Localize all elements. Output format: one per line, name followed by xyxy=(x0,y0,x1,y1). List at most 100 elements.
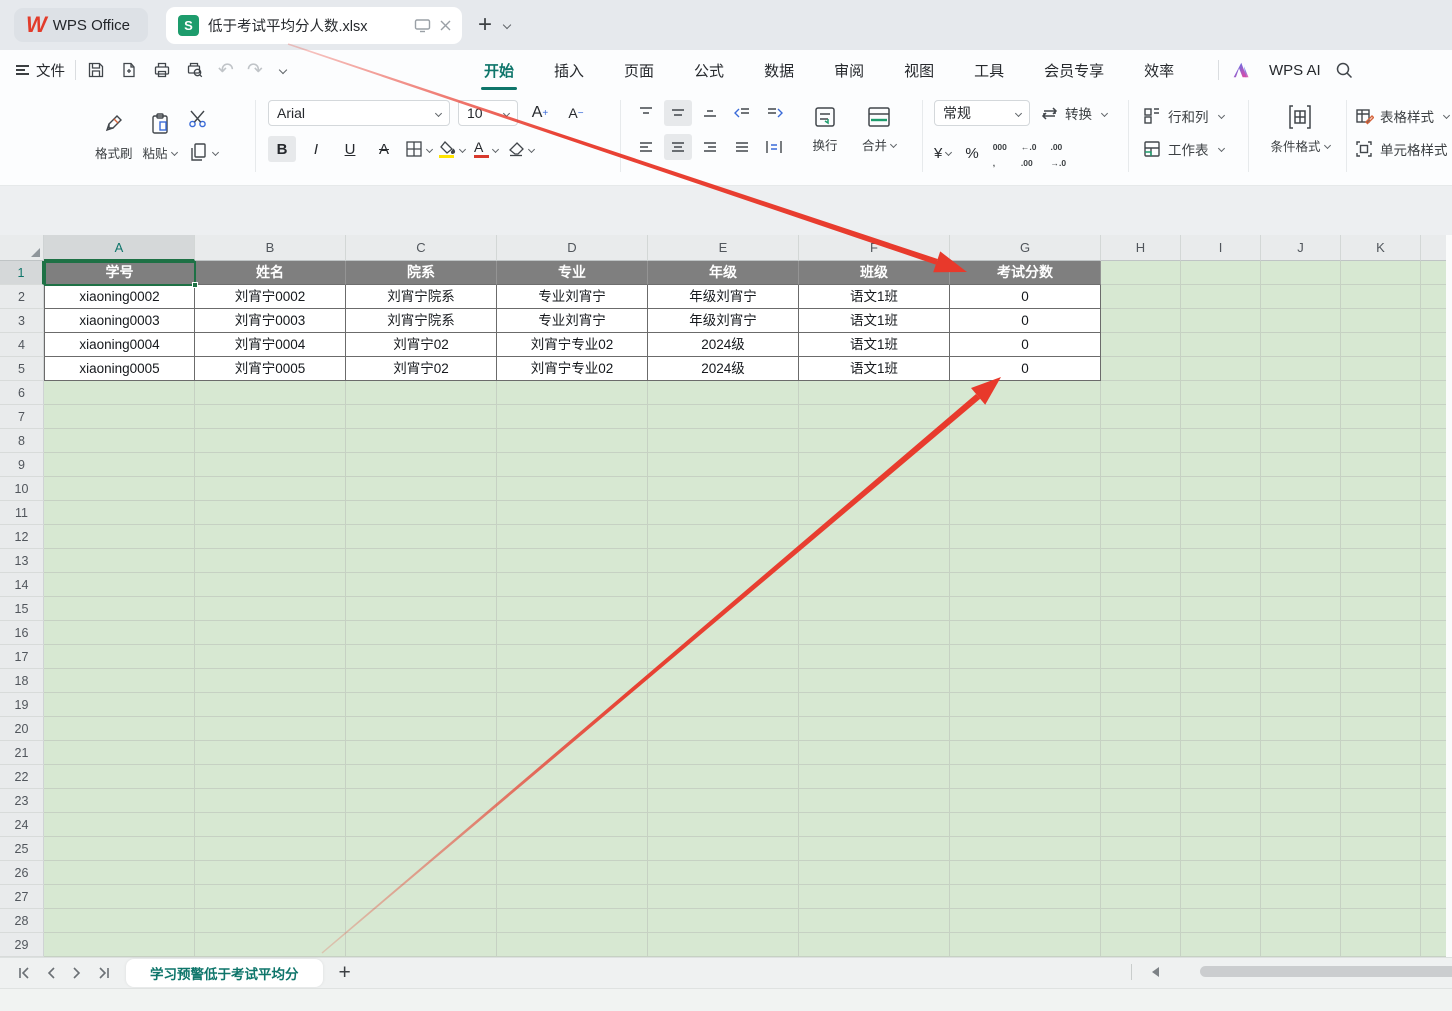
last-sheet-icon[interactable] xyxy=(97,967,110,979)
cell[interactable] xyxy=(950,405,1101,429)
cell[interactable] xyxy=(1261,789,1341,813)
cell[interactable] xyxy=(799,621,950,645)
row-header-19[interactable]: 19 xyxy=(0,693,44,717)
cell[interactable] xyxy=(799,813,950,837)
cell[interactable]: xiaoning0005 xyxy=(44,357,195,381)
cell[interactable] xyxy=(799,669,950,693)
cell[interactable] xyxy=(1181,261,1261,285)
cell[interactable] xyxy=(1261,309,1341,333)
cell[interactable] xyxy=(195,381,346,405)
cell[interactable] xyxy=(799,453,950,477)
decrease-decimal-button[interactable]: .00 →.0 xyxy=(1050,137,1066,169)
row-header-20[interactable]: 20 xyxy=(0,717,44,741)
cell[interactable] xyxy=(648,501,799,525)
document-tab[interactable]: S 低于考试平均分人数.xlsx xyxy=(166,6,463,44)
column-header-E[interactable]: E xyxy=(648,235,799,261)
cell[interactable] xyxy=(1261,285,1341,309)
cell[interactable] xyxy=(497,621,648,645)
cell[interactable] xyxy=(346,525,497,549)
cell[interactable] xyxy=(950,717,1101,741)
cell[interactable] xyxy=(497,453,648,477)
cell[interactable]: 年级刘宵宁 xyxy=(648,285,799,309)
cell[interactable] xyxy=(1341,309,1421,333)
cell[interactable] xyxy=(1261,861,1341,885)
cell[interactable] xyxy=(1261,741,1341,765)
cell[interactable] xyxy=(195,717,346,741)
quick-access-chevron-icon[interactable] xyxy=(278,65,288,75)
conditional-format-button[interactable]: 条件格式 xyxy=(1258,103,1342,155)
cell[interactable]: 2024级 xyxy=(648,357,799,381)
horizontal-scrollbar-thumb[interactable] xyxy=(1200,966,1452,977)
file-menu[interactable]: 文件 xyxy=(36,60,65,81)
cell[interactable] xyxy=(44,765,195,789)
cell[interactable] xyxy=(1261,501,1341,525)
cell[interactable]: 0 xyxy=(950,333,1101,357)
decrease-font-button[interactable]: A − xyxy=(562,100,590,126)
menu-tab-效率[interactable]: 效率 xyxy=(1144,60,1174,81)
cell[interactable] xyxy=(497,813,648,837)
cell[interactable] xyxy=(1341,861,1421,885)
menu-tab-页面[interactable]: 页面 xyxy=(624,60,654,81)
cell[interactable] xyxy=(1181,453,1261,477)
cell[interactable] xyxy=(1261,597,1341,621)
cell[interactable] xyxy=(195,453,346,477)
cell[interactable]: 刘宵宁0003 xyxy=(195,309,346,333)
cell[interactable] xyxy=(1101,861,1181,885)
cell[interactable] xyxy=(1341,285,1421,309)
cell[interactable] xyxy=(648,453,799,477)
cell[interactable] xyxy=(950,885,1101,909)
cell[interactable] xyxy=(1101,333,1181,357)
cell[interactable] xyxy=(1261,333,1341,357)
cell[interactable]: 刘宵宁02 xyxy=(346,357,497,381)
cell[interactable] xyxy=(1261,621,1341,645)
cell[interactable] xyxy=(648,765,799,789)
cell[interactable] xyxy=(648,741,799,765)
increase-indent-button[interactable] xyxy=(760,100,788,126)
cell[interactable] xyxy=(44,381,195,405)
cell[interactable] xyxy=(1181,669,1261,693)
comma-format-button[interactable]: 000, xyxy=(993,137,1007,169)
cell[interactable]: 专业刘宵宁 xyxy=(497,309,648,333)
cell[interactable]: 年级刘宵宁 xyxy=(648,309,799,333)
row-header-23[interactable]: 23 xyxy=(0,789,44,813)
cell[interactable] xyxy=(44,621,195,645)
worksheet-button[interactable]: 工作表 xyxy=(1142,132,1225,165)
cell[interactable] xyxy=(195,909,346,933)
cell[interactable] xyxy=(950,765,1101,789)
cell[interactable] xyxy=(950,669,1101,693)
cell[interactable] xyxy=(799,573,950,597)
cell[interactable] xyxy=(799,717,950,741)
cell[interactable] xyxy=(648,861,799,885)
cell[interactable] xyxy=(799,405,950,429)
cell[interactable]: 语文1班 xyxy=(799,357,950,381)
cell[interactable] xyxy=(950,621,1101,645)
cell[interactable] xyxy=(1101,909,1181,933)
cell[interactable] xyxy=(1261,765,1341,789)
cell[interactable] xyxy=(1341,357,1421,381)
cell[interactable]: 0 xyxy=(950,285,1101,309)
cell[interactable] xyxy=(799,693,950,717)
cell[interactable] xyxy=(648,597,799,621)
cell[interactable] xyxy=(950,525,1101,549)
cell[interactable] xyxy=(346,789,497,813)
cell[interactable] xyxy=(1181,429,1261,453)
cell[interactable] xyxy=(1181,525,1261,549)
cell[interactable] xyxy=(44,405,195,429)
align-right-button[interactable] xyxy=(696,134,724,160)
first-sheet-icon[interactable] xyxy=(18,967,31,979)
cell[interactable] xyxy=(497,501,648,525)
column-header-G[interactable]: G xyxy=(950,235,1101,261)
cell[interactable] xyxy=(1341,453,1421,477)
cell[interactable] xyxy=(950,597,1101,621)
cell[interactable] xyxy=(346,621,497,645)
cell[interactable] xyxy=(1101,261,1181,285)
column-header-F[interactable]: F xyxy=(799,235,950,261)
cell[interactable] xyxy=(950,933,1101,957)
row-header-9[interactable]: 9 xyxy=(0,453,44,477)
cell[interactable]: 刘宵宁0004 xyxy=(195,333,346,357)
cell[interactable] xyxy=(44,741,195,765)
cell[interactable] xyxy=(346,813,497,837)
cell[interactable] xyxy=(1341,477,1421,501)
cell[interactable] xyxy=(1341,717,1421,741)
row-header-11[interactable]: 11 xyxy=(0,501,44,525)
